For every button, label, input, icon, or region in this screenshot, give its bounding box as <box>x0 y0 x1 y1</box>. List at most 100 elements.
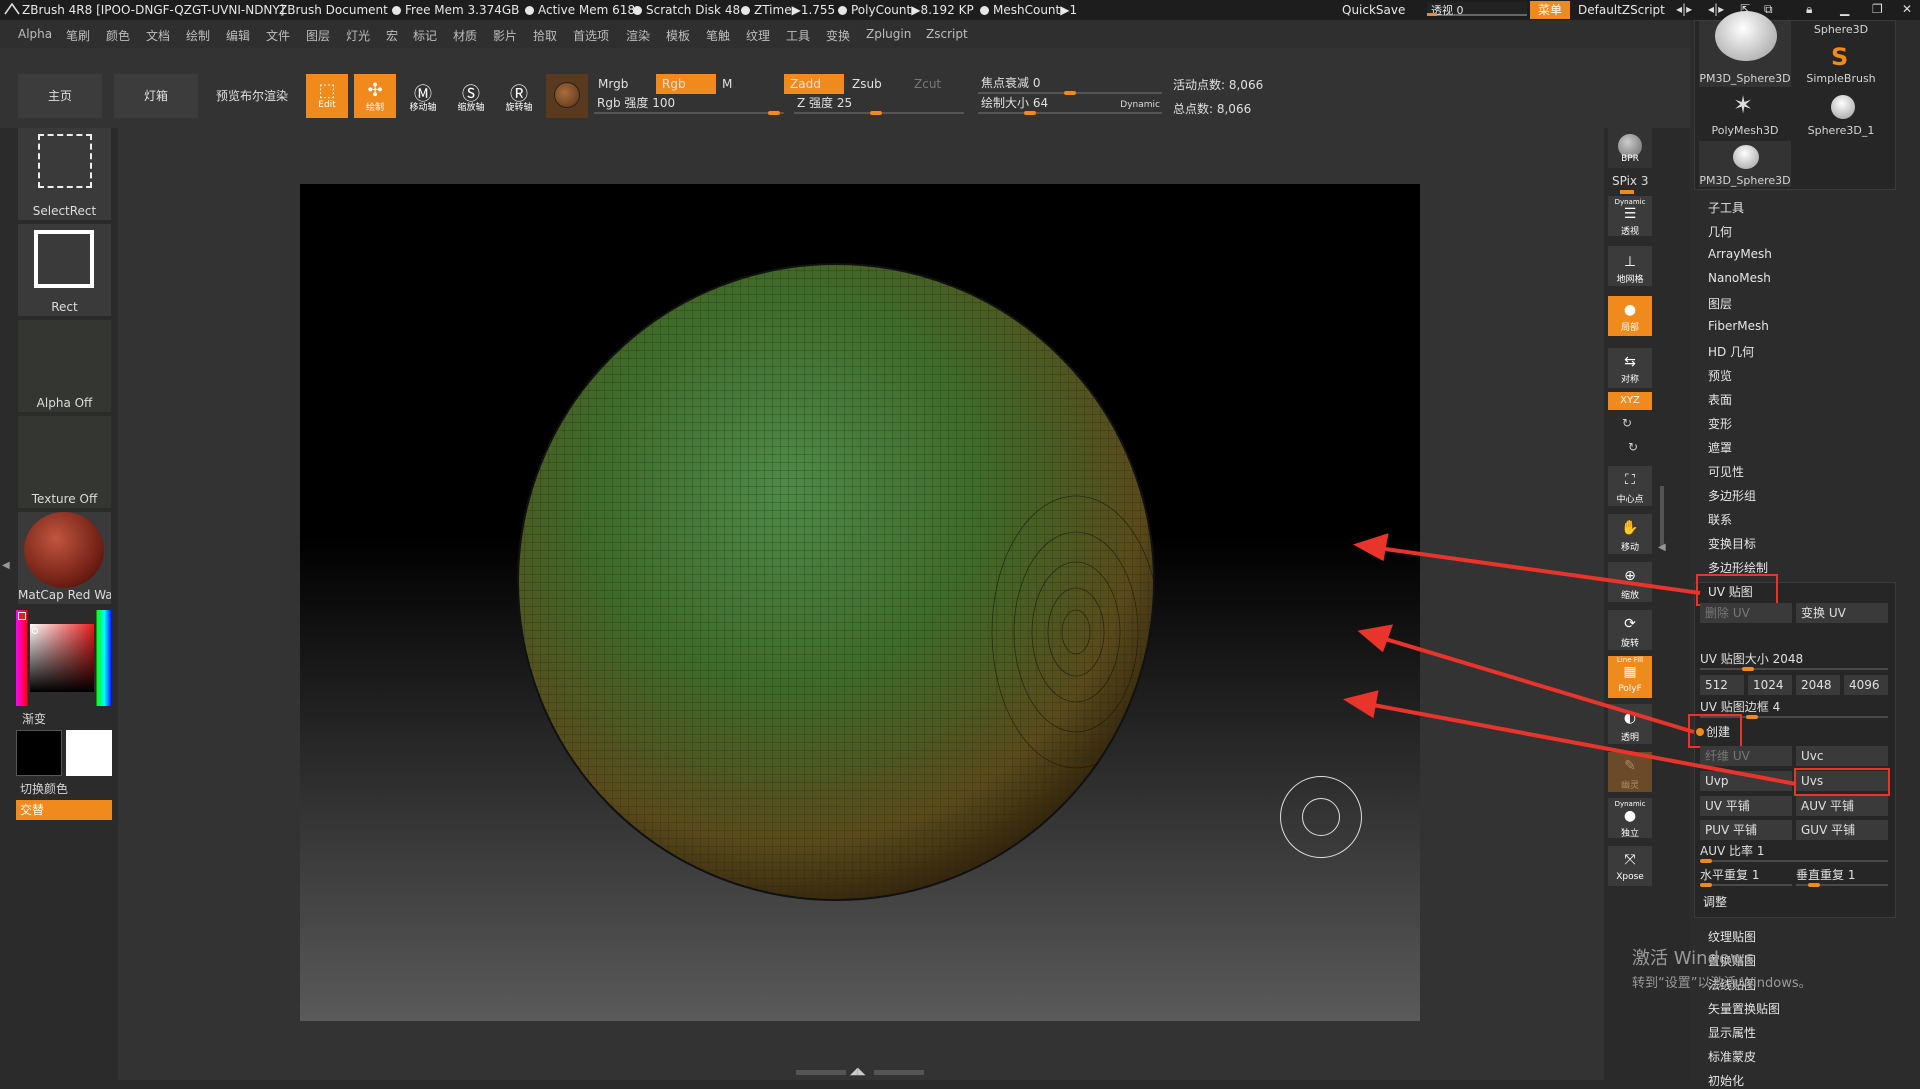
quicksave-button[interactable]: QuickSave <box>1342 3 1405 17</box>
arrows-icon[interactable]: ◂|▸ <box>1708 2 1724 16</box>
rotate-view-button[interactable]: ⟳ 旋转 <box>1608 610 1652 650</box>
h-repeat-slider[interactable]: 水平重复 1 <box>1700 866 1792 887</box>
palette-item-nanomesh[interactable]: NanoMesh <box>1708 271 1771 285</box>
tool-thumb[interactable]: Sphere3D S SimpleBrush <box>1795 21 1887 87</box>
draw-button[interactable]: ✣ 绘制 <box>354 74 396 118</box>
morph-uv-button[interactable]: 变换 UV <box>1796 603 1888 623</box>
uv-size-512-button[interactable]: 512 <box>1700 675 1744 695</box>
palette-item-unified-skin[interactable]: 标准蒙皮 <box>1708 1048 1756 1065</box>
move-view-button[interactable]: ✋ 移动 <box>1608 514 1652 554</box>
menu-item[interactable]: 变换 <box>826 27 850 44</box>
floor-button[interactable]: ⊥ 地网格 <box>1608 246 1652 286</box>
see-through-slider[interactable]: 透视 0 <box>1427 2 1527 17</box>
material-swatch[interactable] <box>546 74 588 118</box>
menu-item[interactable]: 标记 <box>413 27 437 44</box>
ghost-button[interactable]: ✎ 幽灵 <box>1608 752 1652 792</box>
zsub-button[interactable]: Zsub <box>846 74 906 94</box>
viewport-canvas[interactable] <box>300 184 1420 1021</box>
xpose-button[interactable]: ⤧ Xpose <box>1608 846 1652 886</box>
bpr-button[interactable]: BPR <box>1608 128 1652 168</box>
palette-item-initialize[interactable]: 初始化 <box>1708 1072 1744 1089</box>
uv-tile-button[interactable]: UV 平铺 <box>1700 796 1792 816</box>
selectrect-brush[interactable]: SelectRect <box>18 128 111 220</box>
fiber-uv-button[interactable]: 纤维 UV <box>1700 746 1792 766</box>
palette-item-deformation[interactable]: 变形 <box>1708 415 1732 432</box>
palette-item-geometry[interactable]: 几何 <box>1708 223 1732 240</box>
rgb-button[interactable]: Rgb <box>656 74 716 94</box>
menu-item[interactable]: Zscript <box>926 27 968 41</box>
palette-item-preview[interactable]: 预览 <box>1708 367 1732 384</box>
zoom-view-button[interactable]: ⊕ 缩放 <box>1608 562 1652 602</box>
rotate-y-icon[interactable]: ↻ <box>1622 416 1632 430</box>
menu-item[interactable]: 灯光 <box>346 27 370 44</box>
uv-size-2048-button[interactable]: 2048 <box>1796 675 1840 695</box>
menu-item[interactable]: 纹理 <box>746 27 770 44</box>
auv-ratio-slider[interactable]: AUV 比率 1 <box>1700 842 1888 863</box>
palette-item-arraymesh[interactable]: ArrayMesh <box>1708 247 1772 261</box>
palette-item-masking[interactable]: 遮罩 <box>1708 439 1732 456</box>
menu-item[interactable]: 笔触 <box>706 27 730 44</box>
palette-item-layers[interactable]: 图层 <box>1708 295 1732 312</box>
mrgb-button[interactable]: Mrgb <box>592 74 652 94</box>
tool-thumb[interactable]: PM3D_Sphere3D <box>1699 141 1791 187</box>
z-intensity-slider[interactable]: Z 强度 25 <box>794 94 964 115</box>
minimize-icon[interactable]: ▁ <box>1840 2 1849 16</box>
menu-item[interactable]: 材质 <box>453 27 477 44</box>
transparent-button[interactable]: ◐ 透明 <box>1608 704 1652 744</box>
menu-item[interactable]: 首选项 <box>573 27 609 44</box>
alpha-selector[interactable]: Alpha Off <box>18 320 111 412</box>
color-square[interactable] <box>30 624 94 692</box>
rotate-z-icon[interactable]: ↻ <box>1628 440 1638 454</box>
menu-item[interactable]: 宏 <box>386 27 398 44</box>
edit-button[interactable]: ⬚ Edit <box>306 74 348 118</box>
menu-item[interactable]: 笔刷 <box>66 27 90 44</box>
zadd-button[interactable]: Zadd <box>784 74 844 94</box>
palette-item-visibility[interactable]: 可见性 <box>1708 463 1744 480</box>
solo-button[interactable]: Dynamic ● 独立 <box>1608 798 1652 839</box>
v-repeat-slider[interactable]: 垂直重复 1 <box>1796 866 1888 887</box>
symmetry-button[interactable]: ⇆ 对称 <box>1608 348 1652 388</box>
live-boolean-button[interactable]: 预览布尔渲染 <box>210 74 294 118</box>
adjust-section[interactable]: 调整 <box>1703 893 1727 910</box>
scale-button[interactable]: Ⓢ 缩放轴 <box>450 74 492 118</box>
primary-color-swatch[interactable] <box>66 730 112 776</box>
focal-shift-slider[interactable]: 焦点衰减 0 <box>978 74 1162 95</box>
menu-item[interactable]: 渲染 <box>626 27 650 44</box>
palette-item-surface[interactable]: 表面 <box>1708 391 1732 408</box>
uv-size-1024-button[interactable]: 1024 <box>1748 675 1792 695</box>
menu-item[interactable]: 影片 <box>493 27 517 44</box>
restore-icon[interactable]: ❐ <box>1872 2 1883 16</box>
default-zscript-button[interactable]: DefaultZScript <box>1578 3 1665 17</box>
move-button[interactable]: Ⓜ 移动轴 <box>402 74 444 118</box>
menu-item[interactable]: 绘制 <box>186 27 210 44</box>
menu-item[interactable]: 编辑 <box>226 27 250 44</box>
color-picker[interactable] <box>16 610 112 706</box>
perspective-button[interactable]: Dynamic ☰ 透视 <box>1608 196 1652 237</box>
menu-item[interactable]: 图层 <box>306 27 330 44</box>
layout-icon[interactable]: ⧉ <box>1764 2 1773 17</box>
menu-item[interactable]: 模板 <box>666 27 690 44</box>
rotate-button[interactable]: Ⓡ 旋转轴 <box>498 74 540 118</box>
uv-size-4096-button[interactable]: 4096 <box>1844 675 1888 695</box>
home-button[interactable]: 主页 <box>18 74 102 118</box>
palette-item-hd-geometry[interactable]: HD 几何 <box>1708 343 1754 360</box>
menu-item[interactable]: Zplugin <box>866 27 911 41</box>
local-button[interactable]: ● 局部 <box>1608 296 1652 336</box>
palette-item-texture-map[interactable]: 纹理贴图 <box>1708 928 1756 945</box>
palette-item-subtool[interactable]: 子工具 <box>1708 199 1744 216</box>
lock-icon[interactable]: 🔒︎ <box>1806 2 1812 17</box>
draw-size-slider[interactable]: 绘制大小 64 Dynamic <box>978 94 1162 115</box>
lightbox-button[interactable]: 灯箱 <box>114 74 198 118</box>
uv-map-size-slider[interactable]: UV 贴图大小 2048 <box>1700 650 1888 671</box>
collapse-left-icon[interactable]: ◀ <box>2 560 10 580</box>
menu-item[interactable]: 文件 <box>266 27 290 44</box>
tool-thumb[interactable]: PM3D_Sphere3D <box>1699 11 1791 87</box>
menu-item[interactable]: 工具 <box>786 27 810 44</box>
tool-thumb[interactable]: ✶ PolyMesh3D <box>1699 91 1791 137</box>
puv-tile-button[interactable]: PUV 平铺 <box>1700 820 1792 840</box>
uvp-button[interactable]: Uvp <box>1700 771 1792 791</box>
material-selector[interactable]: MatCap Red Wax <box>18 512 111 604</box>
close-icon[interactable]: ✕ <box>1902 2 1912 16</box>
menu-item[interactable]: 拾取 <box>533 27 557 44</box>
palette-item-polygroups[interactable]: 多边形组 <box>1708 487 1756 504</box>
